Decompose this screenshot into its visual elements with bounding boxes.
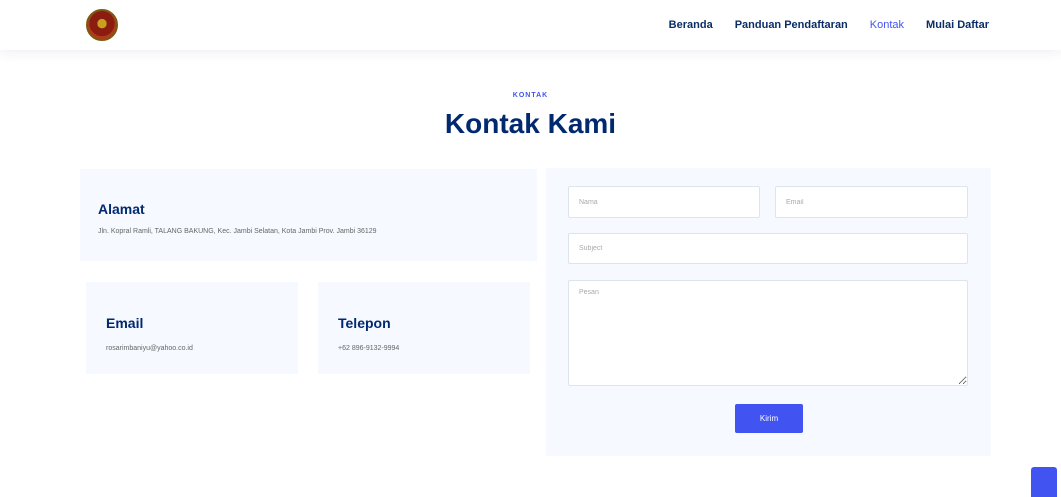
email-text: rosarimbaniyu@yahoo.co.id: [106, 345, 193, 352]
address-text: Jln. Kopral Ramli, TALANG BAKUNG, Kec. J…: [98, 228, 377, 235]
email-input[interactable]: [775, 186, 968, 218]
section-title: Kontak Kami: [444, 108, 617, 139]
nav-kontak[interactable]: Kontak: [870, 19, 904, 31]
phone-text: +62 896-9132-9994: [338, 345, 400, 352]
phone-title: Telepon: [338, 315, 391, 331]
nav-beranda[interactable]: Beranda: [669, 19, 713, 31]
main-nav: Beranda Panduan Pendaftaran Kontak Mulai…: [669, 0, 989, 50]
submit-button[interactable]: Kirim: [735, 404, 803, 433]
email-title: Email: [106, 315, 144, 331]
subject-input[interactable]: [568, 233, 968, 264]
phone-card: Telepon +62 896-9132-9994: [318, 282, 530, 374]
message-textarea[interactable]: [568, 280, 968, 386]
section-label: KONTAK: [512, 92, 549, 99]
name-input[interactable]: [568, 186, 760, 218]
address-card: Alamat Jln. Kopral Ramli, TALANG BAKUNG,…: [80, 169, 537, 261]
coat-of-arms-logo[interactable]: [86, 9, 118, 41]
back-to-top-button[interactable]: [1031, 467, 1057, 497]
nav-panduan-pendaftaran[interactable]: Panduan Pendaftaran: [735, 19, 848, 31]
address-title: Alamat: [98, 201, 145, 217]
contact-form: Kirim: [546, 168, 991, 456]
email-card: Email rosarimbaniyu@yahoo.co.id: [86, 282, 298, 374]
site-header: Beranda Panduan Pendaftaran Kontak Mulai…: [0, 0, 1061, 50]
nav-mulai-daftar[interactable]: Mulai Daftar: [926, 19, 989, 31]
